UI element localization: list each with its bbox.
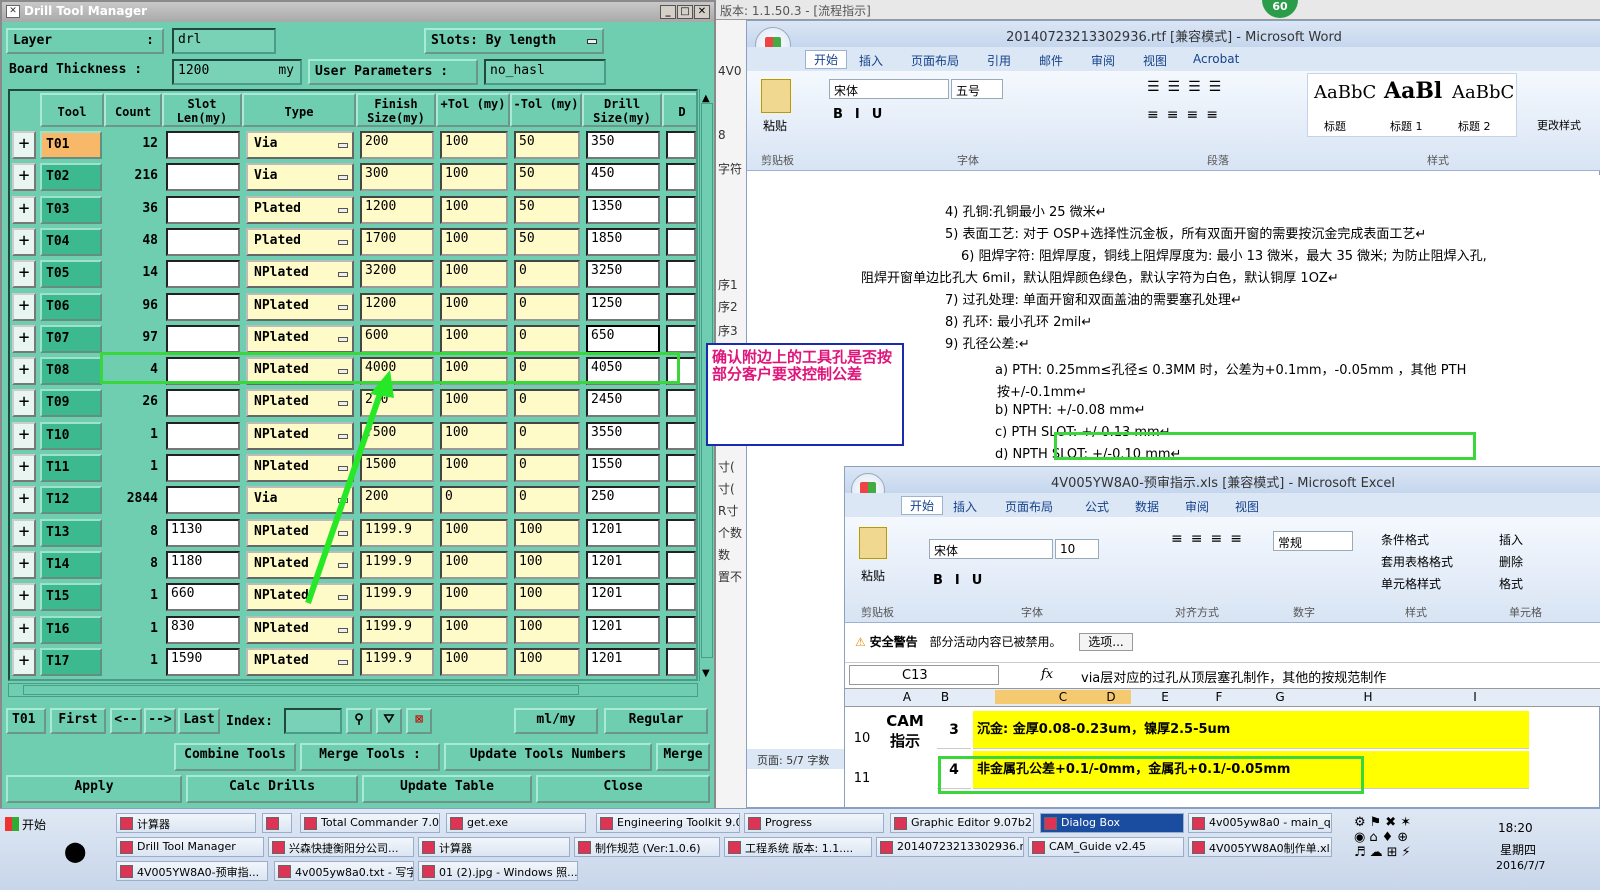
start-button[interactable]: 开始	[2, 813, 58, 835]
app-icon	[304, 817, 317, 830]
taskbar-label: 兴森快捷衡阳分公司...	[289, 842, 399, 855]
taskbar-button[interactable]: Graphic Editor 9.07b2 ...	[890, 813, 1034, 833]
arrow-head	[370, 370, 394, 398]
apps-icon[interactable]: ⬤	[64, 839, 86, 863]
annotation-arrow-layer	[305, 370, 394, 604]
taskbar-button[interactable]: 4v005yw8a0.txt - 写字板	[274, 861, 414, 881]
app-icon	[120, 817, 133, 830]
taskbar-label: 4V005YW8A0-预审指...	[137, 866, 260, 879]
clock-time[interactable]: 18:20	[1498, 821, 1533, 835]
app-icon	[748, 817, 761, 830]
app-icon	[266, 817, 279, 830]
app-icon	[728, 841, 741, 854]
taskbar-button[interactable]: Engineering Toolkit 9.0...	[596, 813, 740, 833]
taskbar-button[interactable]: Drill Tool Manager	[116, 837, 264, 857]
taskbar-button[interactable]: 计算器	[116, 813, 256, 833]
app-icon	[1192, 817, 1205, 830]
start-label: 开始	[22, 818, 47, 832]
taskbar-button[interactable]: 01 (2).jpg - Windows 照...	[418, 861, 578, 881]
taskbar-label: Progress	[765, 816, 812, 829]
taskbar-label: Engineering Toolkit 9.0...	[617, 816, 740, 829]
app-icon	[894, 817, 907, 830]
app-icon	[272, 841, 285, 854]
app-icon	[422, 865, 435, 878]
taskbar-label: 4V005YW8A0制作单.xl...	[1209, 842, 1332, 855]
taskbar-button[interactable]: 计算器	[418, 837, 570, 857]
taskbar-label: 计算器	[439, 842, 472, 855]
taskbar-button[interactable]: 4V005YW8A0制作单.xl...	[1188, 837, 1332, 857]
taskbar: 开始 ⬤ 计算器 Total Commander 7.0 ... get.exe En…	[0, 808, 1600, 890]
taskbar-label: Total Commander 7.0 ...	[321, 816, 440, 829]
taskbar-button[interactable]: 4v005yw8a0 - main_qa	[1188, 813, 1332, 833]
taskbar-button[interactable]: get.exe	[446, 813, 586, 833]
app-icon	[1192, 841, 1205, 854]
app-icon	[600, 817, 613, 830]
taskbar-button[interactable]: CAM_Guide v2.45	[1028, 837, 1184, 857]
taskbar-button[interactable]: 工程系统 版本: 1.1....	[724, 837, 872, 857]
windows-logo-icon	[5, 817, 19, 831]
clock-weekday: 星期四	[1500, 843, 1537, 857]
taskbar-button[interactable]: 制作规范 (Ver:1.0.6)	[574, 837, 720, 857]
app-icon	[1032, 841, 1045, 854]
taskbar-button[interactable]: Progress	[744, 813, 884, 833]
taskbar-label: 工程系统 版本: 1.1....	[745, 842, 854, 855]
taskbar-label: get.exe	[467, 816, 509, 829]
app-icon	[578, 841, 591, 854]
taskbar-label: 制作规范 (Ver:1.0.6)	[595, 842, 701, 855]
taskbar-label: 4v005yw8a0 - main_qa	[1209, 816, 1332, 829]
app-icon	[278, 865, 291, 878]
app-icon	[1044, 817, 1057, 830]
app-icon	[120, 841, 133, 854]
taskbar-label: 01 (2).jpg - Windows 照...	[439, 866, 578, 879]
taskbar-label: 计算器	[137, 818, 170, 831]
clock-date: 2016/7/7	[1496, 859, 1546, 872]
taskbar-label: Drill Tool Manager	[137, 840, 236, 853]
app-icon	[450, 817, 463, 830]
system-tray: ⚙⚑✖✶ ◉⌂♦⊕ ♬☁⊞⚡	[1354, 815, 1416, 860]
taskbar-label: 20140723213302936.rt...	[897, 840, 1024, 853]
app-icon	[880, 841, 893, 854]
taskbar-button[interactable]: 20140723213302936.rt...	[876, 837, 1024, 857]
taskbar-label: CAM_Guide v2.45	[1049, 840, 1146, 853]
taskbar-button[interactable]: 兴森快捷衡阳分公司...	[268, 837, 414, 857]
taskbar-label: 4v005yw8a0.txt - 写字板	[295, 866, 413, 879]
arrow-line	[305, 387, 385, 604]
taskbar-label: Dialog Box	[1061, 816, 1120, 829]
app-icon	[120, 865, 133, 878]
taskbar-button[interactable]: 4V005YW8A0-预审指...	[116, 861, 268, 881]
taskbar-button[interactable]	[262, 813, 292, 833]
taskbar-label: Graphic Editor 9.07b2 ...	[911, 816, 1034, 829]
taskbar-button[interactable]: Dialog Box	[1040, 813, 1184, 833]
taskbar-button[interactable]: Total Commander 7.0 ...	[300, 813, 440, 833]
app-icon	[422, 841, 435, 854]
